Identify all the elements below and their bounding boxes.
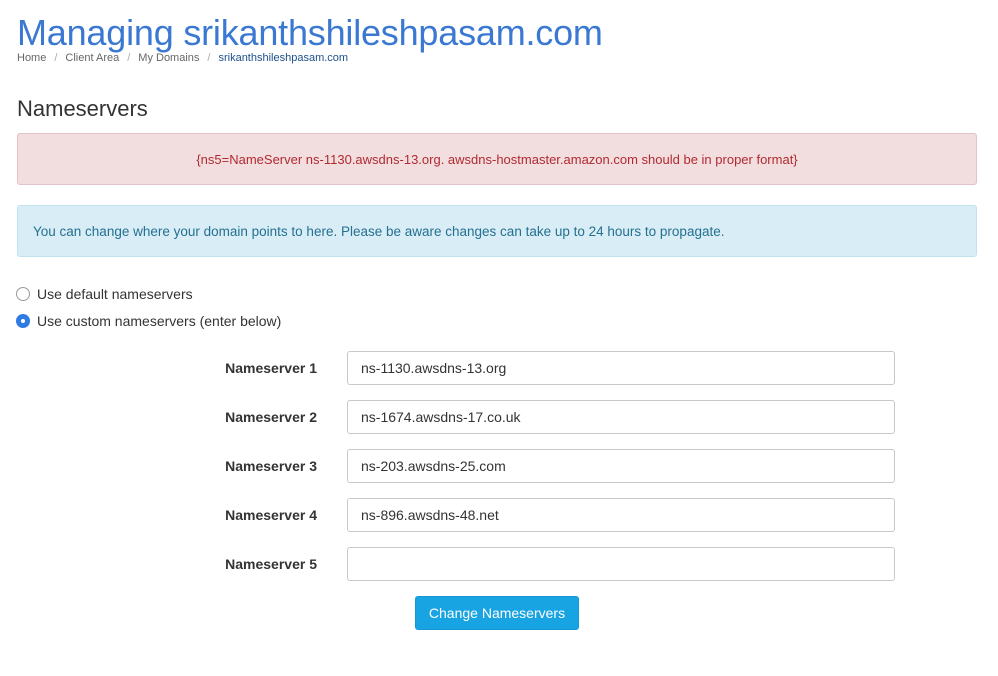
breadcrumb-my-domains-link[interactable]: My Domains: [138, 52, 199, 64]
nameserver-5-row: Nameserver 5: [0, 547, 998, 581]
change-nameservers-button[interactable]: Change Nameservers: [415, 596, 579, 630]
nameserver-4-input[interactable]: [347, 498, 895, 532]
custom-nameservers-label: Use custom nameservers (enter below): [37, 313, 282, 329]
breadcrumb: Home / Client Area / My Domains / srikan…: [17, 52, 348, 64]
breadcrumb-separator: /: [207, 52, 211, 64]
nameserver-2-row: Nameserver 2: [0, 400, 998, 434]
breadcrumb-separator: /: [127, 52, 131, 64]
page-title: Managing srikanthshileshpasam.com: [17, 12, 603, 53]
nameserver-5-input[interactable]: [347, 547, 895, 581]
error-alert: {ns5=NameServer ns-1130.awsdns-13.org. a…: [17, 133, 977, 185]
breadcrumb-current-domain: srikanthshileshpasam.com: [218, 52, 349, 64]
nameserver-1-label: Nameserver 1: [225, 360, 317, 376]
error-alert-text: {ns5=NameServer ns-1130.awsdns-13.org. a…: [196, 151, 798, 167]
nameserver-2-input[interactable]: [347, 400, 895, 434]
default-nameservers-option[interactable]: Use default nameservers: [16, 286, 193, 302]
nameserver-3-row: Nameserver 3: [0, 449, 998, 483]
nameserver-2-label: Nameserver 2: [225, 409, 317, 425]
custom-nameservers-radio[interactable]: [16, 314, 30, 328]
nameserver-3-label: Nameserver 3: [225, 458, 317, 474]
custom-nameservers-option[interactable]: Use custom nameservers (enter below): [16, 313, 281, 329]
nameserver-5-label: Nameserver 5: [225, 556, 317, 572]
default-nameservers-label: Use default nameservers: [37, 286, 193, 302]
nameserver-1-row: Nameserver 1: [0, 351, 998, 385]
breadcrumb-home-link[interactable]: Home: [17, 52, 46, 64]
section-title: Nameservers: [17, 96, 148, 121]
nameserver-1-input[interactable]: [347, 351, 895, 385]
info-alert-text: You can change where your domain points …: [33, 223, 725, 239]
breadcrumb-client-area-link[interactable]: Client Area: [65, 52, 119, 64]
info-alert: You can change where your domain points …: [17, 205, 977, 257]
nameserver-4-row: Nameserver 4: [0, 498, 998, 532]
default-nameservers-radio[interactable]: [16, 287, 30, 301]
nameserver-3-input[interactable]: [347, 449, 895, 483]
nameserver-4-label: Nameserver 4: [225, 507, 317, 523]
breadcrumb-separator: /: [54, 52, 58, 64]
